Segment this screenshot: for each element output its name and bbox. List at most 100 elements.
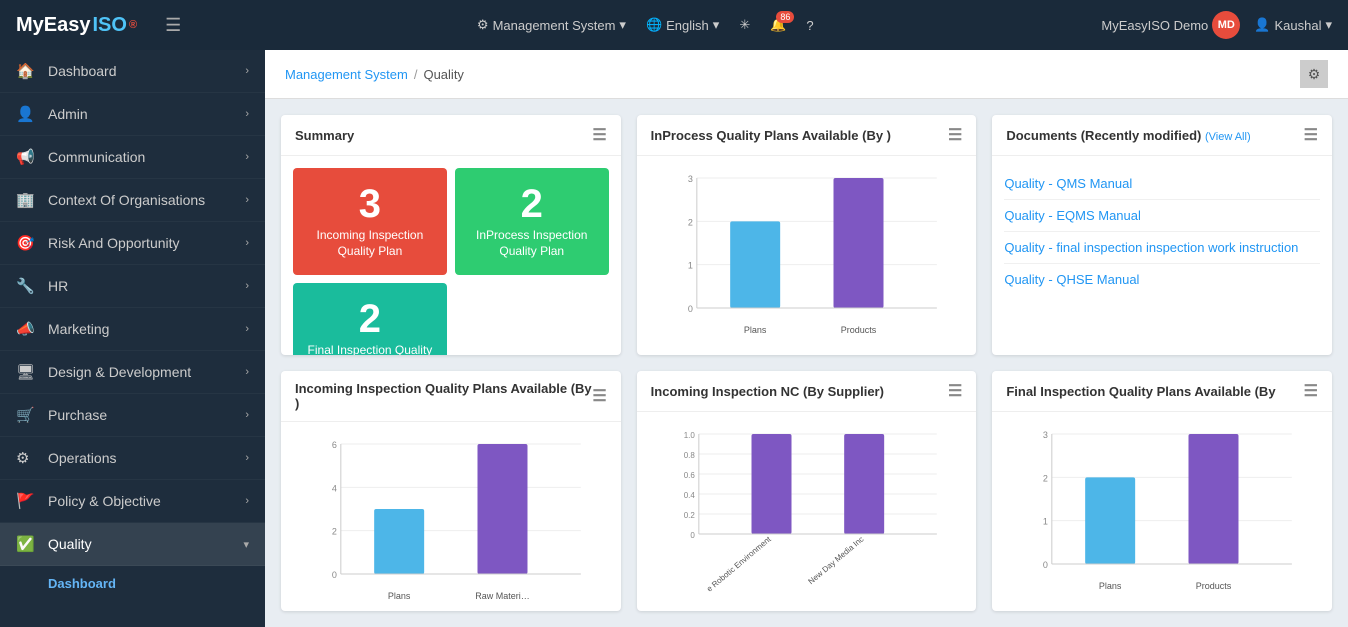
demo-text: MyEasyISO Demo [1101, 18, 1208, 33]
sidebar-label-policy: Policy & Objective [48, 493, 245, 509]
sidebar-item-purchase[interactable]: 🛒 Purchase › [0, 394, 265, 437]
main-layout: 🏠 Dashboard › 👤 Admin › 📢 Communication … [0, 50, 1348, 627]
breadcrumb-separator: / [414, 67, 418, 82]
settings-button[interactable]: ⚙ [1300, 60, 1328, 88]
chevron-design-icon: › [245, 366, 249, 378]
documents-body: Quality - QMS ManualQuality - EQMS Manua… [992, 156, 1332, 355]
demo-label[interactable]: MyEasyISO Demo MD [1101, 11, 1240, 39]
inprocess-menu-icon[interactable]: ☰ [948, 125, 962, 145]
svg-text:0: 0 [690, 531, 695, 540]
incoming-plans-card: Incoming Inspection Quality Plans Availa… [281, 371, 621, 611]
incoming-plans-title: Incoming Inspection Quality Plans Availa… [295, 381, 592, 411]
lang-chevron-icon: ▾ [713, 17, 720, 33]
incoming-nc-body: 00.20.40.60.81.0e Robotic EnvironmentNew… [637, 412, 977, 611]
doc-item-0[interactable]: Quality - QMS Manual [1004, 168, 1320, 200]
sidebar-item-context[interactable]: 🏢 Context Of Organisations › [0, 179, 265, 222]
incoming-plans-menu-icon[interactable]: ☰ [592, 386, 606, 406]
summary-grid: 3 Incoming Inspection Quality Plan 2 InP… [293, 168, 609, 355]
sidebar-icon-marketing: 📣 [16, 320, 38, 338]
svg-text:Plans: Plans [744, 325, 767, 335]
incoming-nc-chart: 00.20.40.60.81.0e Robotic EnvironmentNew… [649, 424, 965, 594]
sidebar-item-hr[interactable]: 🔧 HR › [0, 265, 265, 308]
topnav: MyEasyISO® ☰ ⚙ Management System ▾ 🌐 Eng… [0, 0, 1348, 50]
brand-logo[interactable]: MyEasyISO® [16, 14, 137, 37]
chevron-hr-icon: › [245, 280, 249, 292]
user-menu[interactable]: 👤 Kaushal ▾ [1254, 17, 1332, 33]
summary-tile-inprocess[interactable]: 2 InProcess Inspection Quality Plan [455, 168, 609, 275]
final-plans-card: Final Inspection Quality Plans Available… [992, 371, 1332, 611]
svg-text:1: 1 [1043, 517, 1048, 527]
hamburger-icon[interactable]: ☰ [165, 15, 181, 36]
sidebar-icon-communication: 📢 [16, 148, 38, 166]
sidebar-item-operations[interactable]: ⚙ Operations › [0, 437, 265, 480]
inprocess-chart: 0123PlansProducts [649, 168, 965, 338]
brand-name-part1: MyEasy [16, 14, 91, 37]
incoming-nc-menu-icon[interactable]: ☰ [948, 381, 962, 401]
doc-item-1[interactable]: Quality - EQMS Manual [1004, 200, 1320, 232]
inprocess-chart-card: InProcess Quality Plans Available (By ) … [637, 115, 977, 355]
help-label: ? [806, 18, 813, 33]
chevron-communication-icon: › [245, 151, 249, 163]
help-button[interactable]: ? [806, 18, 813, 33]
globe-icon: 🌐 [646, 17, 662, 33]
sidebar-label-operations: Operations [48, 450, 245, 466]
documents-header: Documents (Recently modified) (View All)… [992, 115, 1332, 156]
doc-item-3[interactable]: Quality - QHSE Manual [1004, 264, 1320, 295]
doc-item-2[interactable]: Quality - final inspection inspection wo… [1004, 232, 1320, 264]
sidebar-icon-operations: ⚙ [16, 449, 38, 467]
svg-text:2: 2 [332, 527, 337, 537]
chevron-operations-icon: › [245, 452, 249, 464]
summary-tile-incoming[interactable]: 3 Incoming Inspection Quality Plan [293, 168, 447, 275]
notification-bell[interactable]: 🔔 86 [770, 17, 786, 33]
sidebar-item-dashboard[interactable]: 🏠 Dashboard › [0, 50, 265, 93]
svg-text:1: 1 [687, 261, 692, 271]
chevron-purchase-icon: › [245, 409, 249, 421]
sidebar-item-risk[interactable]: 🎯 Risk And Opportunity › [0, 222, 265, 265]
sidebar-label-purchase: Purchase [48, 407, 245, 423]
svg-text:2: 2 [1043, 473, 1048, 483]
breadcrumb-root[interactable]: Management System [285, 67, 408, 82]
final-label: Final Inspection Quality Plan [301, 343, 439, 355]
sidebar-item-design[interactable]: 🖥 Design & Development › [0, 351, 265, 394]
sidebar: 🏠 Dashboard › 👤 Admin › 📢 Communication … [0, 50, 265, 627]
summary-menu-icon[interactable]: ☰ [592, 125, 606, 145]
svg-text:Products: Products [1196, 581, 1232, 591]
sidebar-label-design: Design & Development [48, 364, 245, 380]
brand-sup: ® [129, 19, 137, 31]
user-chevron-icon: ▾ [1325, 17, 1332, 33]
pin-icon-btn[interactable]: ✳ [739, 17, 750, 33]
documents-menu-icon[interactable]: ☰ [1304, 125, 1318, 145]
incoming-plans-header: Incoming Inspection Quality Plans Availa… [281, 371, 621, 422]
documents-card: Documents (Recently modified) (View All)… [992, 115, 1332, 355]
final-plans-header: Final Inspection Quality Plans Available… [992, 371, 1332, 412]
sidebar-item-admin[interactable]: 👤 Admin › [0, 93, 265, 136]
incoming-label: Incoming Inspection Quality Plan [301, 228, 439, 259]
sidebar-label-risk: Risk And Opportunity [48, 235, 245, 251]
svg-text:1.0: 1.0 [683, 431, 695, 440]
topnav-right: MyEasyISO Demo MD 👤 Kaushal ▾ [1101, 11, 1332, 39]
svg-text:0: 0 [687, 304, 692, 314]
sidebar-item-policy[interactable]: 🚩 Policy & Objective › [0, 480, 265, 523]
svg-text:0.2: 0.2 [683, 511, 695, 520]
summary-card-body: 3 Incoming Inspection Quality Plan 2 InP… [281, 156, 621, 355]
svg-text:4: 4 [332, 483, 337, 493]
sidebar-item-quality[interactable]: ✅ Quality ▾ [0, 523, 265, 566]
sidebar-icon-hr: 🔧 [16, 277, 38, 295]
sidebar-label-quality: Quality [48, 536, 243, 552]
chevron-down-icon: ▾ [619, 17, 626, 33]
sidebar-sub-quality-dashboard[interactable]: Dashboard [0, 566, 265, 601]
final-plans-menu-icon[interactable]: ☰ [1304, 381, 1318, 401]
final-plans-title: Final Inspection Quality Plans Available… [1006, 384, 1275, 399]
summary-tile-final[interactable]: 2 Final Inspection Quality Plan [293, 283, 447, 355]
sidebar-icon-purchase: 🛒 [16, 406, 38, 424]
brand-name-part2: ISO [93, 14, 127, 37]
incoming-plans-body: 0246PlansRaw Materi… [281, 422, 621, 611]
management-system-menu[interactable]: ⚙ Management System ▾ [477, 17, 626, 33]
language-menu[interactable]: 🌐 English ▾ [646, 17, 719, 33]
sidebar-icon-admin: 👤 [16, 105, 38, 123]
chevron-quality-icon: ▾ [243, 538, 249, 551]
sidebar-item-communication[interactable]: 📢 Communication › [0, 136, 265, 179]
sidebar-label-marketing: Marketing [48, 321, 245, 337]
sidebar-item-marketing[interactable]: 📣 Marketing › [0, 308, 265, 351]
chevron-admin-icon: › [245, 108, 249, 120]
